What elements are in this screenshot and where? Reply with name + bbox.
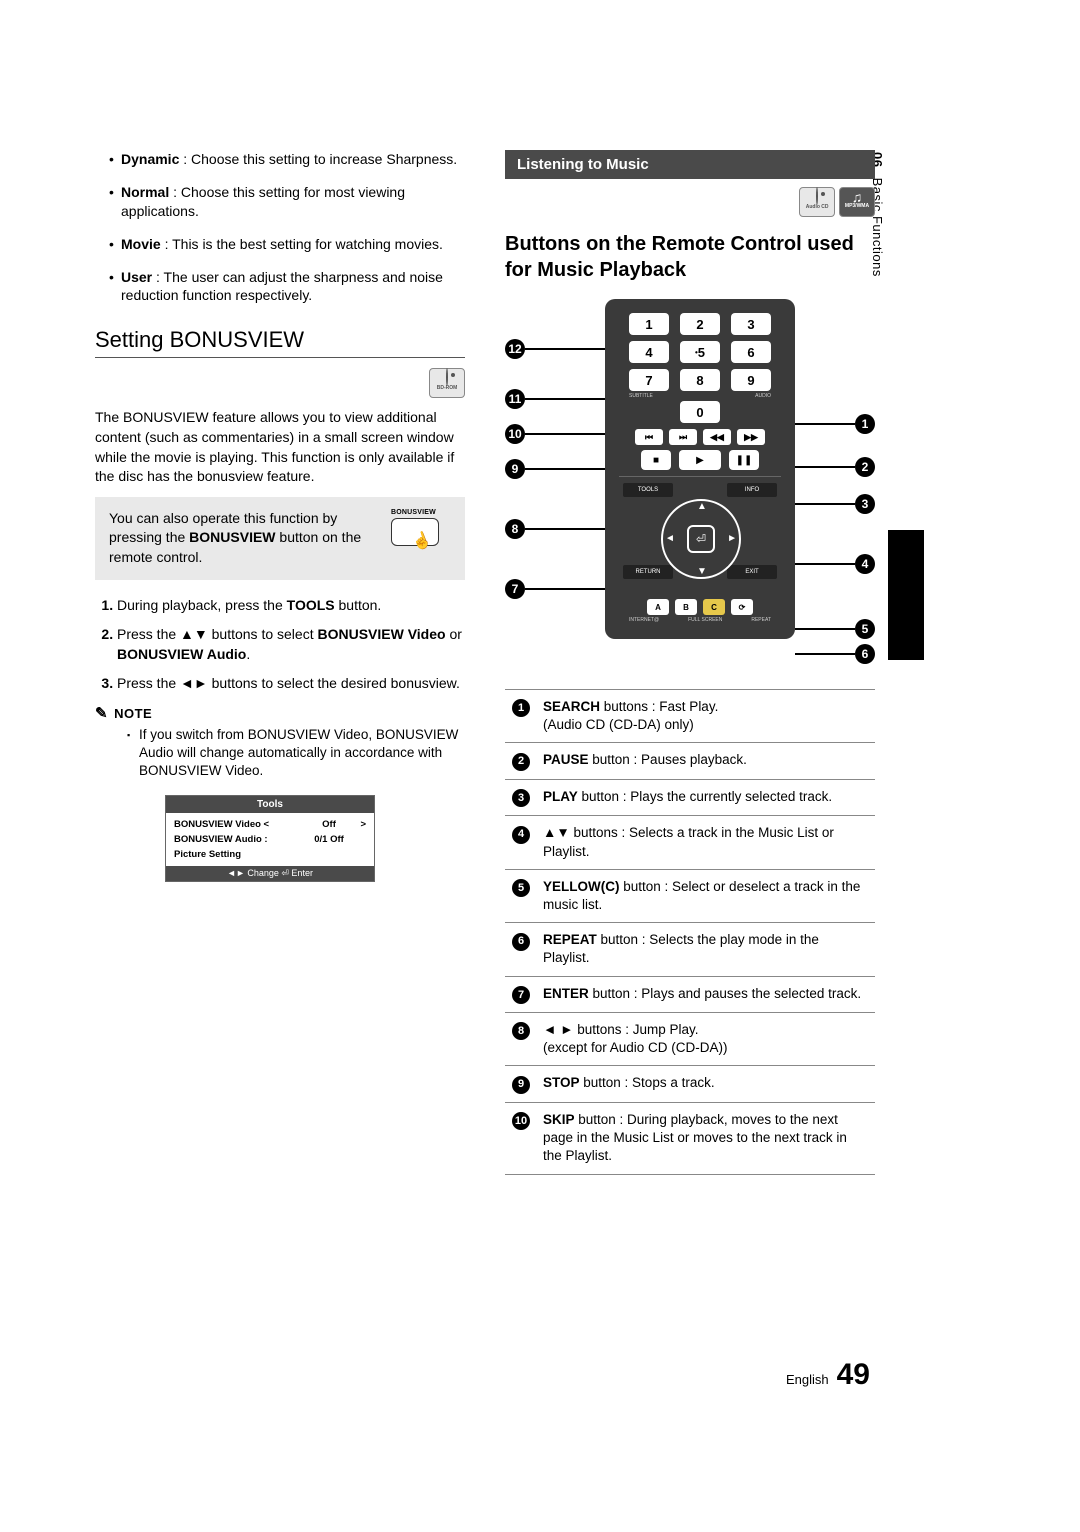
tip-box: You can also operate this function by pr…: [95, 497, 465, 580]
key-4[interactable]: 4: [629, 341, 669, 363]
callout-11: 11: [505, 389, 525, 409]
table-row: 10SKIP button : During playback, moves t…: [505, 1102, 875, 1174]
tools-row: Picture Setting: [166, 847, 374, 862]
callout-4: 4: [855, 554, 875, 574]
key-3[interactable]: 3: [731, 313, 771, 335]
key-enter: ⏎: [687, 525, 715, 553]
key-7[interactable]: 7: [629, 369, 669, 391]
key-skip-back[interactable]: ⏮: [635, 429, 663, 445]
row-number: 3: [512, 789, 530, 807]
picture-mode-list: Dynamic : Choose this setting to increas…: [95, 150, 465, 305]
function-table: 1SEARCH buttons : Fast Play.(Audio CD (C…: [505, 689, 875, 1175]
table-row: 4▲▼ buttons : Selects a track in the Mus…: [505, 816, 875, 869]
key-0[interactable]: 0: [680, 401, 720, 423]
row-number: 4: [512, 826, 530, 844]
remote-body: 1 2 3 4 •5 6 7 8 9 SUBTITLEAUDIO: [605, 299, 795, 639]
tools-footer: ◄► Change ⏎ Enter: [166, 866, 374, 881]
callout-8: 8: [505, 519, 525, 539]
heading-bonusview: Setting BONUSVIEW: [95, 327, 465, 353]
table-row: 3PLAY button : Plays the currently selec…: [505, 779, 875, 815]
step-3: Press the ◄► buttons to select the desir…: [117, 674, 465, 694]
callout-9: 9: [505, 459, 525, 479]
bonusview-description: The BONUSVIEW feature allows you to view…: [95, 408, 465, 486]
key-5[interactable]: •5: [680, 341, 720, 363]
list-item: Movie : This is the best setting for wat…: [109, 235, 465, 254]
callout-7: 7: [505, 579, 525, 599]
table-row: 9STOP button : Stops a track.: [505, 1066, 875, 1102]
bonusview-button-illustration: BONUSVIEW ☝: [391, 509, 451, 546]
page-number: 49: [837, 1358, 870, 1392]
tools-row: BONUSVIEW Video <Off>: [166, 817, 374, 832]
list-item: Normal : Choose this setting for most vi…: [109, 183, 465, 221]
callout-2: 2: [855, 457, 875, 477]
row-number: 1: [512, 699, 530, 717]
tools-title: Tools: [166, 796, 374, 813]
steps-list: During playback, press the TOOLS button.…: [95, 596, 465, 694]
table-row: 7ENTER button : Plays and pauses the sel…: [505, 976, 875, 1012]
key-6[interactable]: 6: [731, 341, 771, 363]
note-list: If you switch from BONUSVIEW Video, BONU…: [95, 726, 465, 781]
label-info: INFO: [727, 483, 777, 497]
callout-1: 1: [855, 414, 875, 434]
list-item: User : The user can adjust the sharpness…: [109, 268, 465, 306]
row-number: 6: [512, 933, 530, 951]
key-a[interactable]: A: [647, 599, 669, 615]
hand-icon: ☝: [409, 528, 435, 554]
key-c[interactable]: C: [703, 599, 725, 615]
table-row: 1SEARCH buttons : Fast Play.(Audio CD (C…: [505, 690, 875, 743]
step-2: Press the ▲▼ buttons to select BONUSVIEW…: [117, 625, 465, 664]
note-heading: NOTE: [95, 704, 465, 722]
mp3-wma-icon: ♫MP3/WMA: [839, 187, 875, 217]
key-pause[interactable]: ❚❚: [729, 450, 759, 470]
callout-3: 3: [855, 494, 875, 514]
row-number: 9: [512, 1076, 530, 1094]
key-ffwd[interactable]: ▶▶: [737, 429, 765, 445]
tools-osd: Tools BONUSVIEW Video <Off> BONUSVIEW Au…: [165, 795, 375, 882]
callout-10: 10: [505, 424, 525, 444]
right-column: Listening to Music Audio CD ♫MP3/WMA But…: [505, 150, 875, 1175]
key-stop[interactable]: ■: [641, 450, 671, 470]
key-skip-fwd[interactable]: ⏭: [669, 429, 697, 445]
step-1: During playback, press the TOOLS button.: [117, 596, 465, 616]
key-b[interactable]: B: [675, 599, 697, 615]
callout-6: 6: [855, 644, 875, 664]
table-row: 5YELLOW(C) button : Select or deselect a…: [505, 869, 875, 922]
note-item: If you switch from BONUSVIEW Video, BONU…: [127, 726, 465, 781]
list-item: Dynamic : Choose this setting to increas…: [109, 150, 465, 169]
callout-12: 12: [505, 339, 525, 359]
left-column: Dynamic : Choose this setting to increas…: [95, 150, 465, 1175]
rule: [95, 357, 465, 358]
key-9[interactable]: 9: [731, 369, 771, 391]
row-number: 7: [512, 986, 530, 1004]
key-2[interactable]: 2: [680, 313, 720, 335]
audio-cd-icon: Audio CD: [799, 187, 835, 217]
page: 06 Basic Functions Dynamic : Choose this…: [0, 0, 1080, 1532]
table-row: 6REPEAT button : Selects the play mode i…: [505, 923, 875, 976]
remote-diagram: 12 11 10 9 8 7 1 2 3 4: [505, 299, 875, 679]
key-play[interactable]: ▶: [679, 450, 721, 470]
section-banner: Listening to Music: [505, 150, 875, 179]
heading-remote-music: Buttons on the Remote Control used for M…: [505, 231, 875, 283]
page-footer: English 49: [786, 1358, 870, 1392]
tools-row: BONUSVIEW Audio :0/1 Off: [166, 832, 374, 847]
key-d[interactable]: ⟳: [731, 599, 753, 615]
thumb-index-bar: [888, 530, 924, 660]
row-number: 5: [512, 879, 530, 897]
callout-5: 5: [855, 619, 875, 639]
dpad[interactable]: ▲ ▼ ◄ ► ⏎: [661, 499, 741, 579]
footer-lang: English: [786, 1372, 829, 1387]
table-row: 2PAUSE button : Pauses playback.: [505, 743, 875, 779]
bd-rom-icon: BD-ROM: [429, 368, 465, 398]
row-number: 2: [512, 753, 530, 771]
row-number: 10: [512, 1112, 530, 1130]
key-1[interactable]: 1: [629, 313, 669, 335]
table-row: 8◄ ► buttons : Jump Play.(except for Aud…: [505, 1013, 875, 1066]
key-8[interactable]: 8: [680, 369, 720, 391]
label-tools: TOOLS: [623, 483, 673, 497]
key-rewind[interactable]: ◀◀: [703, 429, 731, 445]
row-number: 8: [512, 1022, 530, 1040]
